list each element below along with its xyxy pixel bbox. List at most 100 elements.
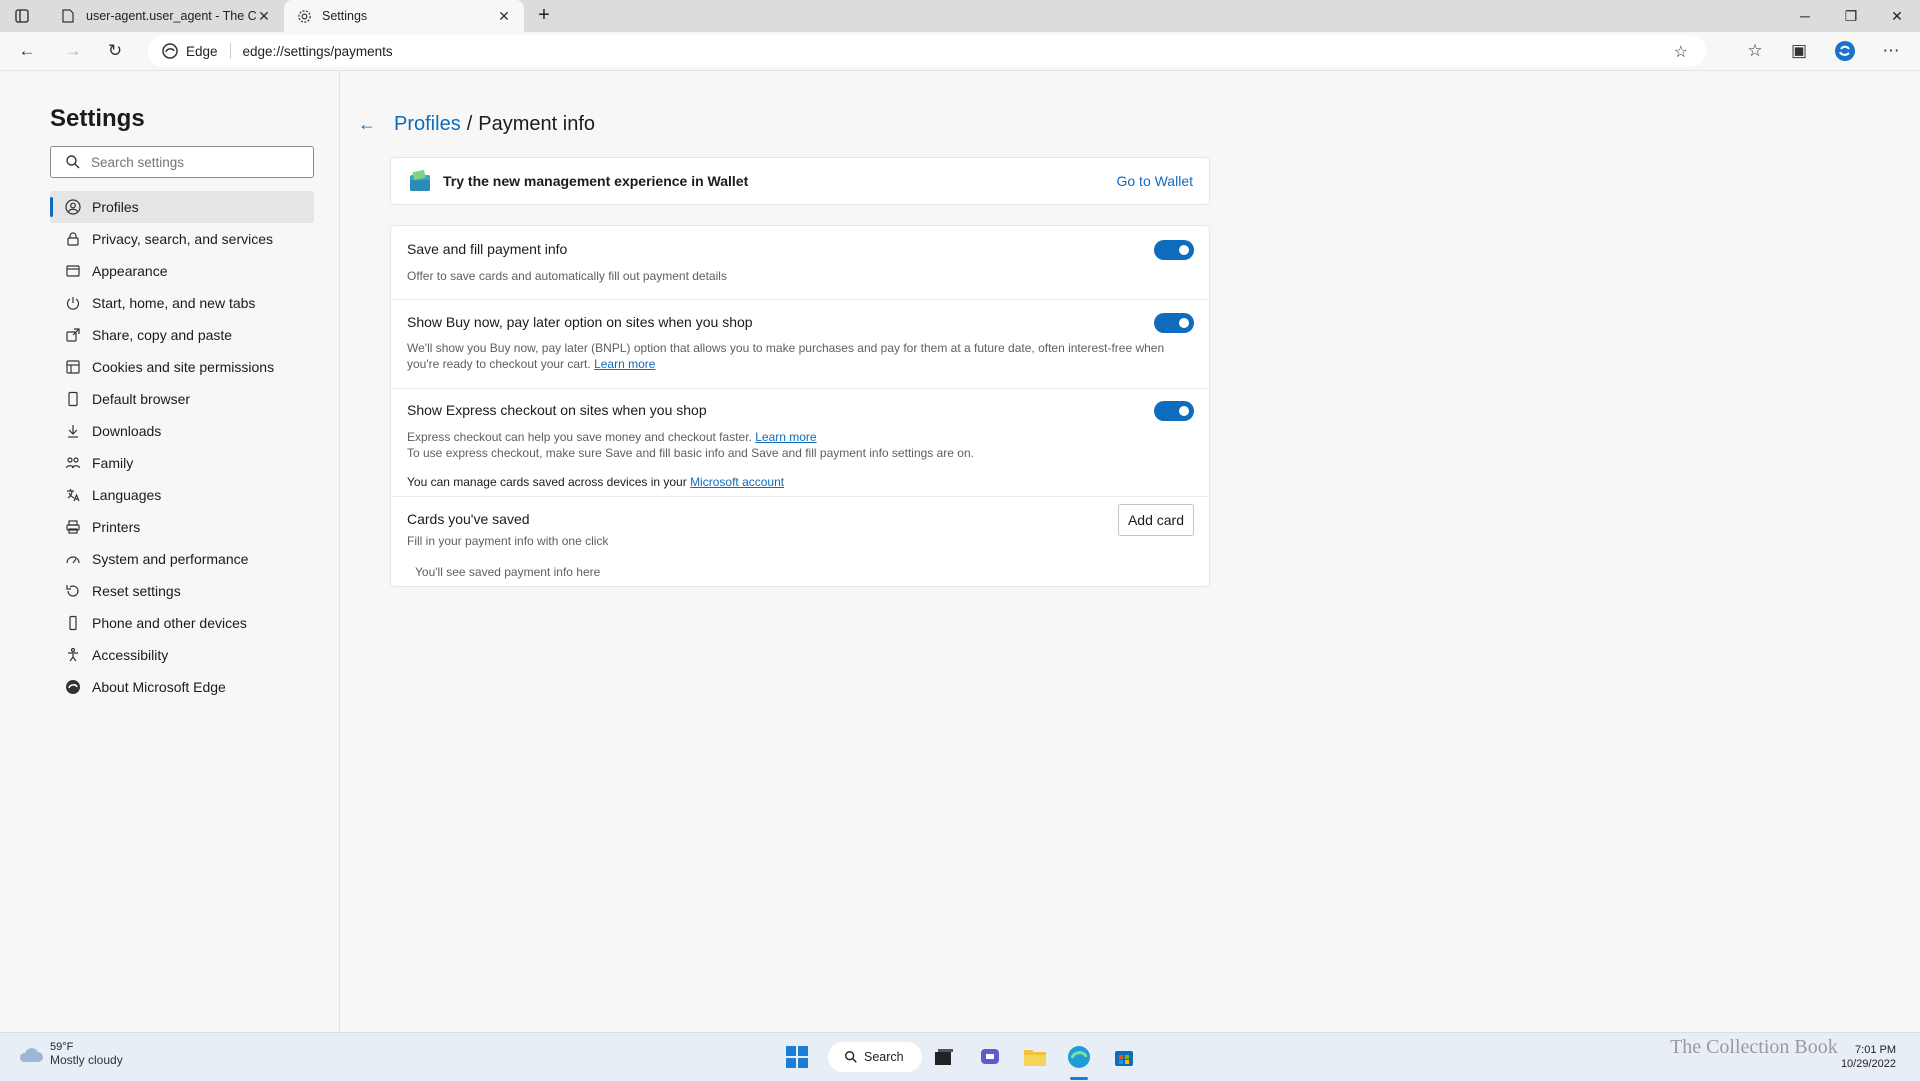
address-bar[interactable]: Edge edge://settings/payments ☆ xyxy=(148,35,1706,67)
tab-bar: user-agent.user_agent - The Coll ✕ Setti… xyxy=(0,0,1920,32)
sidebar-item-family[interactable]: Family xyxy=(50,447,314,479)
restore-icon[interactable]: ❐ xyxy=(1828,0,1874,32)
clock-date: 10/29/2022 xyxy=(1840,1058,1896,1070)
sidebar-item-about[interactable]: About Microsoft Edge xyxy=(50,671,314,703)
search-icon xyxy=(66,155,80,169)
save-fill-row: Save and fill payment info Offer to save… xyxy=(391,226,1209,299)
refresh-icon[interactable]: ↻ xyxy=(104,40,126,62)
express-desc: Express checkout can help you save money… xyxy=(407,429,1177,461)
store-icon[interactable] xyxy=(1110,1043,1138,1071)
back-arrow-icon[interactable]: ← xyxy=(358,114,382,135)
weather-widget[interactable]: 59°F Mostly cloudy xyxy=(18,1041,123,1067)
more-menu-icon[interactable]: ⋯ xyxy=(1880,40,1902,62)
teams-chat-icon[interactable] xyxy=(976,1043,1004,1071)
save-fill-toggle[interactable] xyxy=(1154,240,1194,260)
sidebar-item-accessibility[interactable]: Accessibility xyxy=(50,639,314,671)
sidebar-item-default-browser[interactable]: Default browser xyxy=(50,383,314,415)
page-title: Payment info xyxy=(478,113,595,135)
sidebar-item-printers[interactable]: Printers xyxy=(50,511,314,543)
bnpl-toggle[interactable] xyxy=(1154,313,1194,333)
url-text[interactable]: edge://settings/payments xyxy=(243,44,393,59)
sidebar-item-system[interactable]: System and performance xyxy=(50,543,314,575)
taskbar-search-label: Search xyxy=(864,1050,904,1064)
save-fill-desc: Offer to save cards and automatically fi… xyxy=(407,269,727,283)
sidebar-item-privacy[interactable]: Privacy, search, and services xyxy=(50,223,314,255)
add-card-button[interactable]: Add card xyxy=(1118,504,1194,536)
minimize-icon[interactable]: ─ xyxy=(1782,0,1828,32)
browser-icon xyxy=(64,390,82,408)
favorites-icon[interactable]: ☆ xyxy=(1744,40,1766,62)
settings-nav: Profiles Privacy, search, and services A… xyxy=(50,191,314,703)
search-icon xyxy=(845,1051,857,1063)
add-favorite-icon[interactable]: ☆ xyxy=(1674,42,1688,62)
edge-logo-icon xyxy=(162,43,178,59)
tab-title: Settings xyxy=(322,9,368,23)
language-icon xyxy=(64,486,82,504)
close-tab-icon[interactable]: ✕ xyxy=(256,8,272,25)
express-desc-note: To use express checkout, make sure Save … xyxy=(407,446,974,460)
new-tab-button[interactable]: + xyxy=(534,5,554,26)
go-to-wallet-link[interactable]: Go to Wallet xyxy=(1116,173,1193,189)
bnpl-learn-more-link[interactable]: Learn more xyxy=(594,357,655,371)
sidebar-item-profiles[interactable]: Profiles xyxy=(50,191,314,223)
sidebar-item-label: About Microsoft Edge xyxy=(92,679,226,695)
sidebar-item-label: Accessibility xyxy=(92,647,169,663)
file-explorer-icon[interactable] xyxy=(1021,1043,1049,1071)
system-icon xyxy=(64,550,82,568)
microsoft-account-link[interactable]: Microsoft account xyxy=(690,475,784,489)
saved-cards-title: Cards you've saved xyxy=(407,511,530,527)
wallet-banner: Try the new management experience in Wal… xyxy=(390,157,1210,205)
start-icon[interactable] xyxy=(783,1043,811,1071)
close-window-icon[interactable]: ✕ xyxy=(1874,0,1920,32)
browser-tab-user-agent[interactable]: user-agent.user_agent - The Coll ✕ xyxy=(48,0,284,32)
search-input[interactable] xyxy=(89,153,293,171)
family-icon xyxy=(64,454,82,472)
printer-icon xyxy=(64,518,82,536)
task-view-icon[interactable] xyxy=(930,1043,958,1071)
collections-icon[interactable]: ▣ xyxy=(1788,40,1810,62)
browser-tab-settings[interactable]: Settings ✕ xyxy=(284,0,524,32)
edge-taskbar-icon[interactable] xyxy=(1065,1043,1093,1071)
sidebar-item-label: Privacy, search, and services xyxy=(92,231,274,247)
wallet-banner-text: Try the new management experience in Wal… xyxy=(443,173,749,189)
taskbar-search[interactable]: Search xyxy=(828,1042,922,1072)
bnpl-title: Show Buy now, pay later option on sites … xyxy=(407,314,753,330)
close-tab-icon[interactable]: ✕ xyxy=(496,8,512,25)
saved-cards-desc: Fill in your payment info with one click xyxy=(407,534,609,548)
saved-cards-empty: You'll see saved payment info here xyxy=(415,565,601,579)
system-clock[interactable]: 7:01 PM 10/29/2022 xyxy=(1841,1043,1896,1071)
sidebar-item-label: Phone and other devices xyxy=(92,615,247,631)
tab-actions-icon[interactable] xyxy=(14,8,30,24)
profile-avatar-icon[interactable] xyxy=(1834,40,1856,62)
sidebar-item-reset[interactable]: Reset settings xyxy=(50,575,314,607)
sidebar-item-phone[interactable]: Phone and other devices xyxy=(50,607,314,639)
sidebar-item-appearance[interactable]: Appearance xyxy=(50,255,314,287)
gear-icon xyxy=(296,8,312,24)
download-icon xyxy=(64,422,82,440)
sidebar-item-languages[interactable]: Languages xyxy=(50,479,314,511)
express-toggle[interactable] xyxy=(1154,401,1194,421)
sidebar-item-downloads[interactable]: Downloads xyxy=(50,415,314,447)
sidebar-item-label: Languages xyxy=(92,487,162,503)
sidebar-item-label: Start, home, and new tabs xyxy=(92,295,256,311)
sidebar-item-cookies[interactable]: Cookies and site permissions xyxy=(50,351,314,383)
wallet-icon xyxy=(410,170,430,191)
breadcrumb-profiles-link[interactable]: Profiles xyxy=(394,113,461,136)
manage-cards-note: You can manage cards saved across device… xyxy=(407,475,784,489)
forward-icon[interactable]: → xyxy=(62,40,84,62)
taskbar: 59°F Mostly cloudy Search 7:01 PM 10/29/… xyxy=(0,1032,1920,1081)
weather-desc: Mostly cloudy xyxy=(50,1053,123,1067)
search-settings[interactable] xyxy=(50,146,314,178)
sidebar-item-label: Profiles xyxy=(92,199,139,215)
reset-icon xyxy=(64,582,82,600)
address-divider xyxy=(229,43,231,59)
sidebar-item-start-home[interactable]: Start, home, and new tabs xyxy=(50,287,314,319)
express-learn-more-link[interactable]: Learn more xyxy=(755,430,816,444)
sidebar-item-share[interactable]: Share, copy and paste xyxy=(50,319,314,351)
back-icon[interactable]: ← xyxy=(16,40,38,62)
site-identity-label: Edge xyxy=(186,43,218,59)
bnpl-row: Show Buy now, pay later option on sites … xyxy=(391,299,1209,388)
sidebar-item-label: Downloads xyxy=(92,423,162,439)
breadcrumb: ← Profiles / Payment info xyxy=(358,113,595,136)
express-checkout-row: Show Express checkout on sites when you … xyxy=(391,388,1209,496)
